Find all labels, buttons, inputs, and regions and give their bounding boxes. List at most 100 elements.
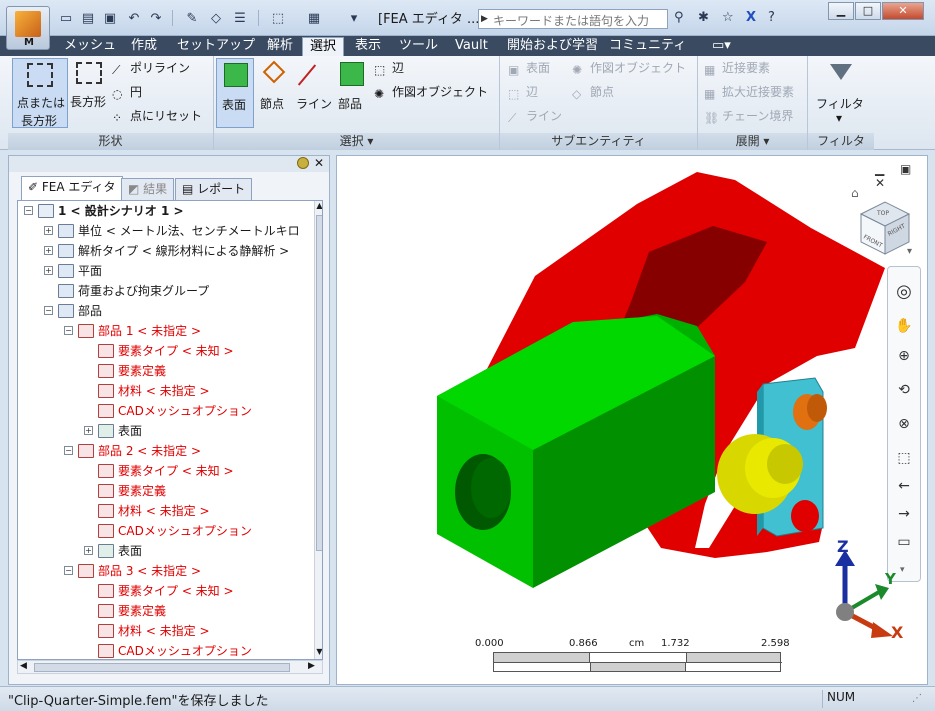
resize-grip-icon[interactable]: ⋰ <box>912 693 922 704</box>
3d-viewport[interactable]: ▁ ▣ ✕ ⌂ TOP FRONT RIGHT ▾ ◎ ✋ ⊕ ⟲ ⊗ ⬚ ← … <box>336 155 928 685</box>
zoom-all-icon[interactable]: ⬚ <box>891 447 917 471</box>
red-pin[interactable] <box>791 500 819 532</box>
edge-select-button[interactable]: ⬚ 辺 <box>374 60 404 77</box>
pan-icon[interactable]: ✋ <box>891 315 917 339</box>
tree-item[interactable]: − 部品 <box>18 301 322 321</box>
tree-item[interactable]: + 表面 <box>18 421 322 441</box>
tree-item[interactable]: 要素タイプ < 未知 > <box>18 341 322 361</box>
save-icon[interactable]: ▣ <box>100 9 120 27</box>
expand-icon[interactable]: + <box>84 426 93 435</box>
construction-object-button[interactable]: ✺ 作図オブジェクト <box>374 84 488 101</box>
ribbon-minimize-icon[interactable]: ▭▾ <box>705 37 738 56</box>
exchange-icon[interactable]: X <box>746 10 756 25</box>
tab-results[interactable]: ◩ 結果 <box>121 178 175 200</box>
application-menu-button[interactable]: M <box>6 6 50 50</box>
tab-fea-editor[interactable]: ✐ FEA エディタ <box>21 176 123 200</box>
line-select-button[interactable]: ライン <box>294 58 332 118</box>
tree-hscroll-thumb[interactable] <box>34 663 290 672</box>
qat-dropdown-icon[interactable]: ▾ <box>344 9 364 27</box>
edit-icon[interactable]: ✎ <box>182 9 202 27</box>
tab-select[interactable]: 選択 <box>302 37 345 56</box>
rectangle-button[interactable]: 長方形 <box>70 58 110 118</box>
expand-icon[interactable]: + <box>44 266 53 275</box>
tree-item[interactable]: 材料 < 未指定 > <box>18 621 322 641</box>
tab-mesh[interactable]: メッシュ <box>57 37 123 56</box>
tree-scroll-thumb[interactable] <box>316 215 322 551</box>
wrench-icon[interactable]: ✱ <box>698 10 709 25</box>
pin-icon[interactable] <box>297 157 309 169</box>
steering-wheel-icon[interactable]: ◎ <box>891 281 917 305</box>
tab-view[interactable]: 表示 <box>348 37 388 56</box>
polyline-button[interactable]: ⟋ ポリライン <box>112 60 190 77</box>
node-select-button[interactable]: 節点 <box>256 58 292 118</box>
tree-item[interactable]: + 表面 <box>18 541 322 561</box>
redo-icon[interactable]: ↷ <box>146 9 166 27</box>
collapse-icon[interactable]: − <box>64 446 73 455</box>
panel-expand-title[interactable]: 展開 ▾ <box>698 133 807 150</box>
undo-icon[interactable]: ↶ <box>124 9 144 27</box>
tree-item[interactable]: 材料 < 未指定 > <box>18 501 322 521</box>
tree-item[interactable]: 要素定義 <box>18 601 322 621</box>
box-icon[interactable]: ◇ <box>206 9 226 27</box>
filter-button[interactable]: フィルタ ▾ <box>812 58 870 125</box>
binoculars-icon[interactable]: ⚲ <box>674 10 684 25</box>
help-icon[interactable]: ? <box>768 10 775 25</box>
search-expand-icon[interactable]: ▶ <box>481 14 488 24</box>
orbit-icon[interactable]: ⟲ <box>891 379 917 403</box>
tree-item[interactable]: CADメッシュオプション <box>18 521 322 541</box>
search-input[interactable]: ▶ キーワードまたは語句を入力 <box>478 9 668 29</box>
collapse-icon[interactable]: − <box>24 206 33 215</box>
tab-report[interactable]: ▤ レポート <box>175 178 253 200</box>
tree-item[interactable]: − 部品 1 < 未指定 > <box>18 321 322 341</box>
list-icon[interactable]: ☰ <box>230 9 250 27</box>
star-icon[interactable]: ☆ <box>722 10 734 25</box>
tree-item[interactable]: 要素タイプ < 未知 > <box>18 461 322 481</box>
part-select-button[interactable]: 部品 <box>334 58 370 118</box>
select-filter-icon[interactable]: ▦ <box>304 9 324 27</box>
expand-icon[interactable]: + <box>44 226 53 235</box>
tab-create[interactable]: 作成 <box>124 37 164 56</box>
tree-vertical-scrollbar[interactable]: ▲ ▼ <box>314 201 322 659</box>
next-view-icon[interactable]: → <box>891 503 917 527</box>
collapse-icon[interactable]: − <box>44 306 53 315</box>
tree-item[interactable]: + 平面 <box>18 261 322 281</box>
tree-item[interactable]: − 部品 3 < 未指定 > <box>18 561 322 581</box>
collapse-icon[interactable]: − <box>64 326 73 335</box>
tree-item[interactable]: 要素定義 <box>18 361 322 381</box>
expand-icon[interactable]: + <box>44 246 53 255</box>
panel-select-title[interactable]: 選択 ▾ <box>214 133 499 150</box>
select-mode-icon[interactable]: ⬚ <box>268 9 288 27</box>
tree-item[interactable]: − 部品 2 < 未指定 > <box>18 441 322 461</box>
tree-item[interactable]: CADメッシュオプション <box>18 401 322 421</box>
zoom-icon[interactable]: ⊕ <box>891 345 917 369</box>
tab-community[interactable]: コミュニティ <box>602 37 693 56</box>
reset-to-point-button[interactable]: ⁘ 点にリセット <box>112 108 202 125</box>
tree-item[interactable]: CADメッシュオプション <box>18 641 322 659</box>
panel-close-icon[interactable]: ✕ <box>313 156 325 170</box>
look-at-icon[interactable]: ⊗ <box>891 413 917 437</box>
tree-item[interactable]: + 単位 < メートル法、センチメートルキロ <box>18 221 322 241</box>
tab-setup[interactable]: セットアップ <box>170 37 262 56</box>
previous-view-icon[interactable]: ← <box>891 475 917 499</box>
surface-select-button[interactable]: 表面 <box>216 58 254 128</box>
circle-button[interactable]: ◌ 円 <box>112 84 142 101</box>
viewcube-menu-icon[interactable]: ▾ <box>907 246 912 257</box>
tree-item[interactable]: 荷重および拘束グループ <box>18 281 322 301</box>
tree-item[interactable]: 要素タイプ < 未知 > <box>18 581 322 601</box>
tree-horizontal-scrollbar[interactable]: ◀ ▶ <box>17 660 323 674</box>
expand-icon[interactable]: + <box>84 546 93 555</box>
maximize-button[interactable]: □ <box>855 2 881 20</box>
open-icon[interactable]: ▤ <box>78 9 98 27</box>
minimize-button[interactable]: ▁ <box>828 2 854 20</box>
point-or-rectangle-button[interactable]: 点または 長方形 <box>12 58 68 128</box>
tab-analysis[interactable]: 解析 <box>260 37 300 56</box>
tab-getting-started[interactable]: 開始および学習 <box>500 37 605 56</box>
new-icon[interactable]: ▭ <box>56 9 76 27</box>
collapse-icon[interactable]: − <box>64 566 73 575</box>
tree-item[interactable]: − 1 < 設計シナリオ 1 > <box>18 201 322 221</box>
tree-item[interactable]: 要素定義 <box>18 481 322 501</box>
tab-vault[interactable]: Vault <box>448 37 495 56</box>
close-button[interactable]: ✕ <box>882 2 924 20</box>
tree-item[interactable]: + 解析タイプ < 線形材料による静解析 > <box>18 241 322 261</box>
tab-tools[interactable]: ツール <box>392 37 445 56</box>
